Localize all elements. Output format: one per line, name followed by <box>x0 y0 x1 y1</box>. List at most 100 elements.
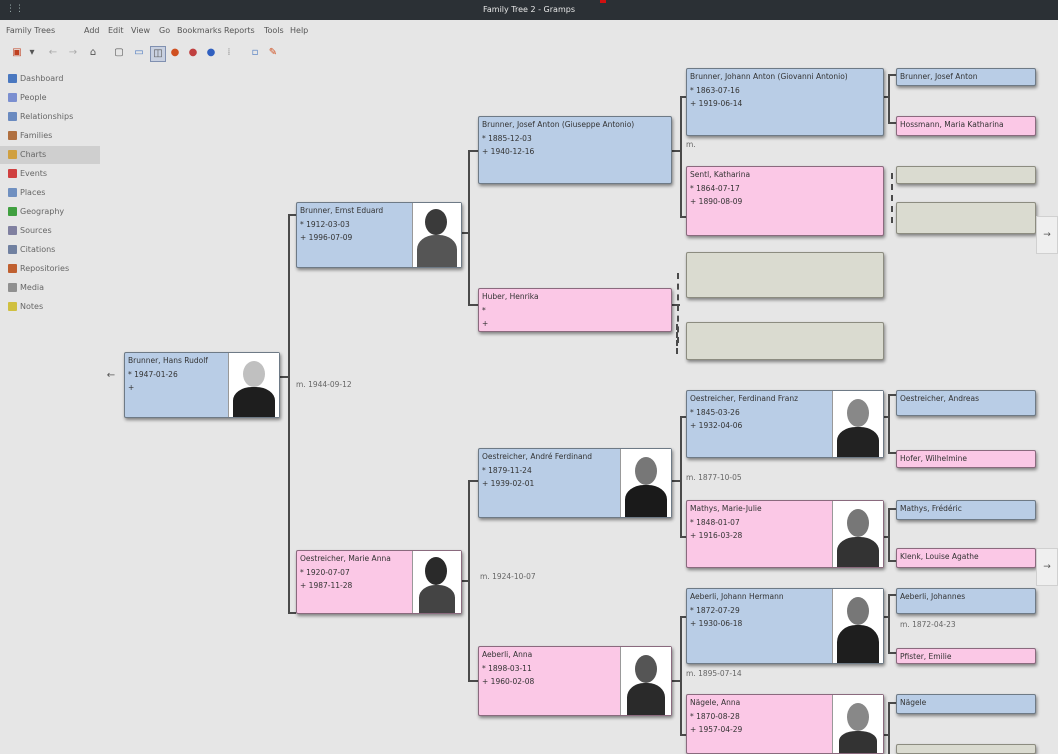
sidebar-item-families[interactable]: Families <box>0 127 100 145</box>
person-photo <box>412 551 461 613</box>
title-bar: ⋮⋮ Family Tree 2 - Gramps <box>0 0 1058 20</box>
person-box[interactable]: Hossmann, Maria Katharina <box>896 116 1036 136</box>
person-name: Nägele, Anna <box>690 698 741 707</box>
add-person-icon[interactable]: ▫ <box>248 46 262 60</box>
person-box[interactable]: Oestreicher, Ferdinand Franz * 1845-03-2… <box>686 390 884 458</box>
fan-chart-icon[interactable]: ● <box>168 46 182 60</box>
notes-icon <box>8 302 17 311</box>
person-photo <box>832 501 883 567</box>
forward-arrow-icon[interactable]: → <box>1036 216 1058 254</box>
sidebar-item-notes[interactable]: Notes <box>0 298 100 316</box>
person-box[interactable]: Aeberli, Johann Hermann * 1872-07-29 + 1… <box>686 588 884 664</box>
geography-icon <box>8 207 17 216</box>
person-box[interactable]: Nägele, Anna * 1870-08-28 + 1957-04-29 <box>686 694 884 754</box>
menu-help[interactable]: Help <box>290 26 308 35</box>
sidebar-item-events[interactable]: Events <box>0 165 100 183</box>
person-box[interactable]: Brunner, Josef Anton <box>896 68 1036 86</box>
person-box[interactable]: Oestreicher, Marie Anna * 1920-07-07 + 1… <box>296 550 462 614</box>
death-date: + 1996-07-09 <box>300 233 353 242</box>
person-box[interactable]: Mathys, Frédéric <box>896 500 1036 520</box>
person-name: Huber, Henrika <box>482 292 539 301</box>
two-way-fan-icon[interactable]: ● <box>204 46 218 60</box>
empty-person-box[interactable] <box>896 166 1036 184</box>
menu-family-trees[interactable]: Family Trees <box>6 26 55 35</box>
places-icon <box>8 188 17 197</box>
death-date: + <box>482 319 489 328</box>
death-date: + 1960-02-08 <box>482 677 535 686</box>
dropdown-arrow-icon[interactable]: ▾ <box>28 46 36 60</box>
birth-date: * 1920-07-07 <box>300 568 350 577</box>
menu-bookmarks[interactable]: Bookmarks <box>177 26 222 35</box>
menu-go[interactable]: Go <box>159 26 170 35</box>
person-box[interactable]: Huber, Henrika * + <box>478 288 672 332</box>
media-icon <box>8 283 17 292</box>
person-box[interactable]: Klenk, Louise Agathe <box>896 548 1036 568</box>
sidebar-item-people[interactable]: People <box>0 89 100 107</box>
person-box[interactable]: Brunner, Ernst Eduard * 1912-03-03 + 199… <box>296 202 462 268</box>
person-name: Sentl, Katharina <box>690 170 751 179</box>
empty-person-box[interactable] <box>686 252 884 298</box>
person-box[interactable]: Sentl, Katharina * 1864-07-17 + 1890-08-… <box>686 166 884 236</box>
death-date: + 1987-11-28 <box>300 581 353 590</box>
person-box[interactable]: Aeberli, Anna * 1898-03-11 + 1960-02-08 <box>478 646 672 716</box>
menu-reports[interactable]: Reports <box>224 26 255 35</box>
person-photo <box>620 449 671 517</box>
birth-date: * 1898-03-11 <box>482 664 532 673</box>
sidebar-item-label: People <box>20 93 47 102</box>
person-box[interactable]: Oestreicher, Andreas <box>896 390 1036 416</box>
death-date: + 1919-06-14 <box>690 99 743 108</box>
timeline-icon[interactable]: ⁞ <box>222 46 236 60</box>
person-name: Oestreicher, Andreas <box>900 394 980 403</box>
back-arrow-icon[interactable]: ← <box>104 370 118 384</box>
sidebar-item-citations[interactable]: Citations <box>0 241 100 259</box>
forward-arrow-icon[interactable]: → <box>1036 548 1058 586</box>
person-name: Klenk, Louise Agathe <box>900 552 979 561</box>
empty-person-box[interactable] <box>896 202 1036 234</box>
marriage-label: m. 1924-10-07 <box>480 572 536 581</box>
birth-date: * 1872-07-29 <box>690 606 740 615</box>
home-icon[interactable]: ⌂ <box>86 46 100 60</box>
sidebar-item-charts[interactable]: Charts <box>0 146 100 164</box>
dashboard-icon <box>8 74 17 83</box>
person-box[interactable]: Brunner, Josef Anton (Giuseppe Antonio) … <box>478 116 672 184</box>
edit-icon[interactable]: ✎ <box>266 46 280 60</box>
sidebar-item-places[interactable]: Places <box>0 184 100 202</box>
person-name: Aeberli, Johannes <box>900 592 966 601</box>
menu-add[interactable]: Add <box>84 26 100 35</box>
empty-person-box[interactable] <box>896 744 1036 754</box>
birth-date: * 1885-12-03 <box>482 134 532 143</box>
family-trees-icon[interactable]: ▣ <box>10 46 24 60</box>
pedigree-view-icon[interactable]: ▭ <box>132 46 146 60</box>
clipboard-icon[interactable]: ▢ <box>112 46 126 60</box>
person-name: Aeberli, Johann Hermann <box>690 592 784 601</box>
person-box[interactable]: Mathys, Marie-Julie * 1848-01-07 + 1916-… <box>686 500 884 568</box>
empty-person-box[interactable] <box>686 322 884 360</box>
person-box[interactable]: Brunner, Hans Rudolf * 1947-01-26 + <box>124 352 280 418</box>
person-box[interactable]: Pfister, Emilie <box>896 648 1036 664</box>
forward-arrow-icon[interactable]: → <box>66 46 80 60</box>
back-arrow-icon[interactable]: ← <box>46 46 60 60</box>
person-box[interactable]: Oestreicher, André Ferdinand * 1879-11-2… <box>478 448 672 518</box>
menu-view[interactable]: View <box>131 26 150 35</box>
sidebar-item-repositories[interactable]: Repositories <box>0 260 100 278</box>
sidebar-item-sources[interactable]: Sources <box>0 222 100 240</box>
sidebar-item-media[interactable]: Media <box>0 279 100 297</box>
person-photo <box>832 695 883 753</box>
birth-date: * 1947-01-26 <box>128 370 178 379</box>
menu-edit[interactable]: Edit <box>108 26 124 35</box>
descendant-fan-icon[interactable]: ● <box>186 46 200 60</box>
relationships-icon <box>8 112 17 121</box>
person-box[interactable]: Brunner, Johann Anton (Giovanni Antonio)… <box>686 68 884 136</box>
birth-date: * 1845-03-26 <box>690 408 740 417</box>
person-box[interactable]: Nägele <box>896 694 1036 714</box>
events-icon <box>8 169 17 178</box>
person-box[interactable]: Aeberli, Johannes <box>896 588 1036 614</box>
sidebar-item-relationships[interactable]: Relationships <box>0 108 100 126</box>
vertical-tree-icon[interactable]: ◫ <box>150 46 166 62</box>
sidebar-item-geography[interactable]: Geography <box>0 203 100 221</box>
sidebar-item-dashboard[interactable]: Dashboard <box>0 70 100 88</box>
menu-tools[interactable]: Tools <box>264 26 284 35</box>
person-name: Brunner, Johann Anton (Giovanni Antonio) <box>690 72 848 81</box>
person-photo <box>228 353 279 417</box>
person-box[interactable]: Hofer, Wilhelmine <box>896 450 1036 468</box>
